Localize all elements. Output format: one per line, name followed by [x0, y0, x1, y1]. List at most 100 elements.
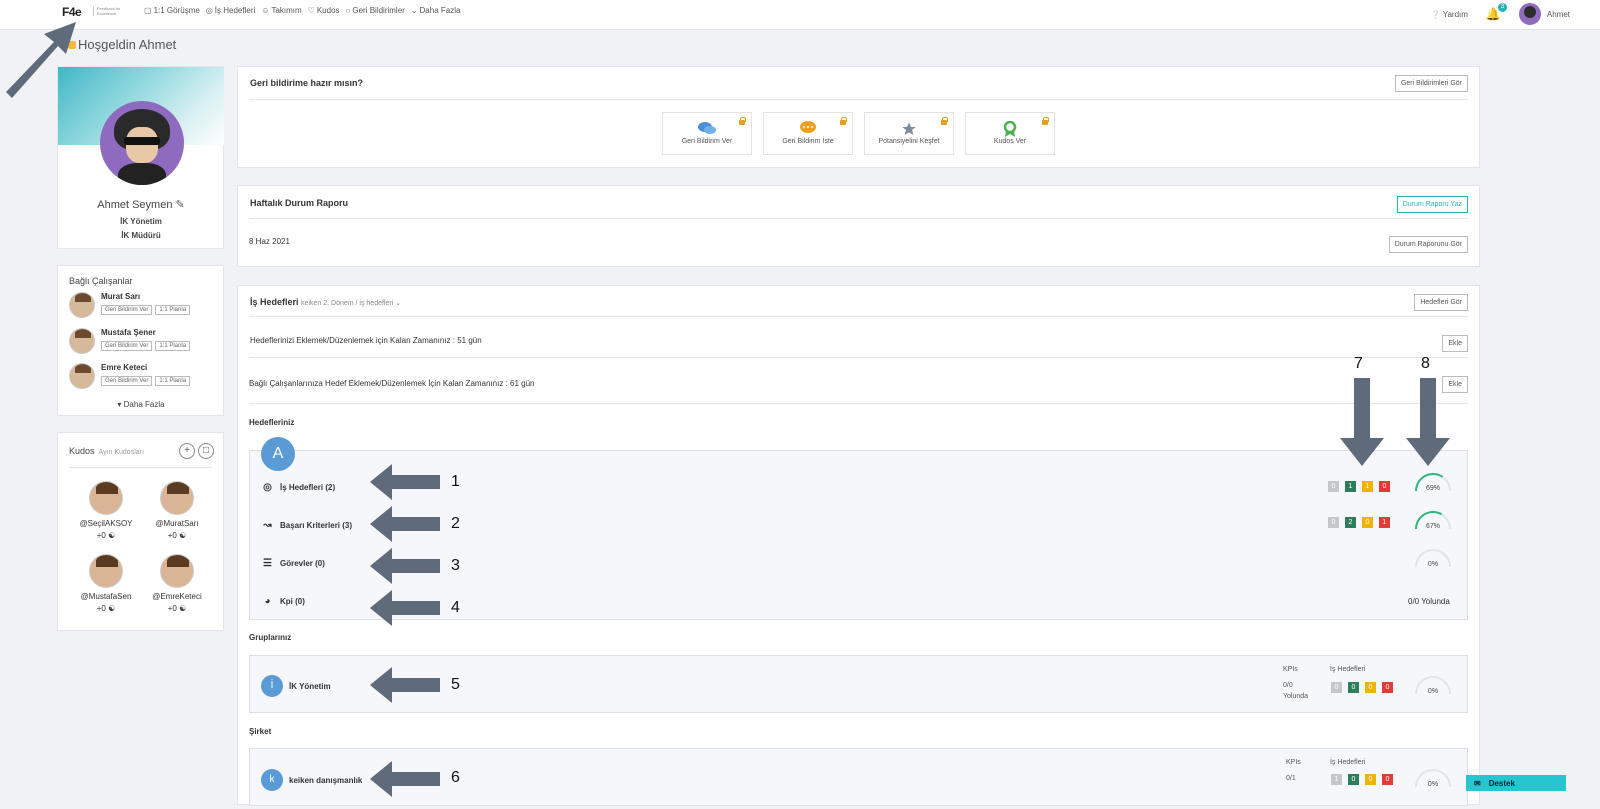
nav-right: ❔ Yardım 🔔 3 Ahmet — [1431, 3, 1570, 25]
progress-gauge: 67% — [1413, 509, 1453, 533]
user-menu[interactable]: Ahmet — [1518, 3, 1570, 25]
goal-row-label: Görevler (0) — [280, 559, 325, 568]
app-logo[interactable]: F4e — [62, 5, 82, 19]
count-badge: 1 — [1362, 481, 1373, 492]
goal-row-business[interactable]: ◎ İş Hedefleri (2) — [262, 482, 335, 493]
view-goals-button[interactable]: Hedefleri Gör — [1414, 294, 1468, 311]
goal-row-criteria[interactable]: ↝ Başarı Kriterleri (3) — [262, 520, 352, 531]
kpi-status: Yolunda — [1283, 693, 1309, 700]
company-name[interactable]: keiken danışmanlık — [289, 776, 362, 785]
nav-item-goals[interactable]: ◎ İş Hedefleri — [206, 6, 255, 15]
tile-label: Geri Bildirim İste — [782, 138, 834, 145]
gauge-value: 67% — [1425, 523, 1441, 530]
kudos-count: +0 ☯ — [167, 531, 187, 540]
annotation-arrow-5 — [370, 667, 440, 703]
show-more-label: Daha Fazla — [123, 400, 165, 409]
kudos-person[interactable]: @EmreKeteci +0 ☯ — [147, 554, 207, 613]
annotation-arrow-7 — [1340, 378, 1384, 466]
add-kudos-icon[interactable]: + — [179, 443, 195, 459]
monitor-icon[interactable]: □ — [198, 443, 214, 459]
count-badge: 0 — [1382, 774, 1393, 785]
kudos-handle: @EmreKeteci — [152, 592, 202, 601]
avatar[interactable] — [69, 292, 95, 318]
target-icon: ◎ — [205, 6, 213, 15]
tile-label: Kudos Ver — [993, 138, 1027, 145]
question-icon: ❔ — [1430, 9, 1441, 19]
plan-1-1-button[interactable]: 1:1 Planla — [155, 341, 191, 351]
profile-card: Ahmet Seymen ✎ İK Yönetim İK Müdürü — [57, 66, 224, 249]
chat-icon: ▢ — [144, 6, 152, 15]
count-badge: 0 — [1348, 774, 1359, 785]
kudos-card: Kudos Ayın Kudosları + □ @SeçilAKSOY +0 … — [57, 432, 224, 631]
group-name[interactable]: İK Yönetim — [289, 682, 331, 691]
goal-row-label: İş Hedefleri (2) — [280, 483, 336, 492]
goals-title: İş Hedefleri — [250, 297, 299, 307]
lock-icon — [840, 117, 847, 125]
goal-status-counts: 0 1 1 0 — [1328, 481, 1390, 492]
goals-breadcrumb[interactable]: keiken 2. Dönem / iş hedefleri ⌄ — [301, 300, 401, 307]
avatar[interactable] — [69, 328, 95, 354]
support-widget[interactable]: ✉ Destek — [1466, 775, 1566, 791]
profile-name: Ahmet Seymen ✎ — [58, 198, 224, 211]
count-badge: 2 — [1345, 517, 1356, 528]
write-report-button[interactable]: Durum Raporu Yaz — [1396, 196, 1468, 213]
divider — [249, 357, 1468, 358]
nav-item-kudos[interactable]: ♡ Kudos — [308, 6, 340, 15]
goal-row-tasks[interactable]: ☰ Görevler (0) — [262, 558, 325, 569]
kpi-status: 0/0 Yolunda — [1408, 597, 1450, 606]
show-more-link[interactable]: ▾ Daha Fazla — [58, 400, 224, 409]
help-link[interactable]: ❔ Yardım — [1431, 10, 1468, 19]
speech-bubble-icon — [764, 121, 852, 135]
edit-pencil-icon[interactable]: ✎ — [176, 199, 185, 211]
nav-label: Kudos — [316, 6, 340, 15]
request-feedback-tile[interactable]: Geri Bildirim İste — [763, 112, 853, 155]
user-name: Ahmet — [1546, 9, 1570, 19]
give-feedback-button[interactable]: Geri Bildirim Ver — [101, 341, 153, 351]
progress-gauge: 0% — [1413, 767, 1453, 791]
bell-icon[interactable]: 🔔 3 — [1486, 3, 1507, 21]
avatar[interactable] — [69, 363, 95, 389]
profile-avatar — [100, 101, 184, 185]
add-goal-button[interactable]: Ekle — [1442, 335, 1468, 352]
nav-item-more[interactable]: ⌄ Daha Fazla — [411, 6, 461, 15]
view-report-button[interactable]: Durum Raporunu Gör — [1388, 236, 1468, 253]
give-kudos-tile[interactable]: Kudos Ver — [965, 112, 1055, 155]
kudos-person[interactable]: @MustafaSen +0 ☯ — [76, 554, 136, 613]
count-badge: 0 — [1362, 517, 1373, 528]
plan-1-1-button[interactable]: 1:1 Planla — [155, 305, 191, 315]
kudos-person[interactable]: @MuratSarı +0 ☯ — [147, 481, 207, 540]
caret-down-icon: ▾ — [117, 400, 122, 409]
nav-item-feedback[interactable]: ○ Geri Bildirimler — [346, 6, 405, 15]
gauge-value: 0% — [1427, 561, 1439, 568]
team-icon: ☺ — [261, 6, 270, 15]
annotation-arrow-6 — [370, 761, 440, 797]
employee-name[interactable]: Murat Sarı — [101, 292, 190, 301]
give-feedback-tile[interactable]: Geri Bildirim Ver — [662, 112, 752, 155]
give-feedback-button[interactable]: Geri Bildirim Ver — [101, 305, 153, 315]
list-item: Mustafa Şener Geri Bildirim Ver 1:1 Planl… — [69, 328, 191, 354]
comment-icon: ○ — [345, 6, 351, 15]
kudos-person[interactable]: @SeçilAKSOY +0 ☯ — [76, 481, 136, 540]
target-icon: ◎ — [263, 482, 272, 493]
employee-name[interactable]: Emre Keteci — [101, 363, 190, 372]
kpi-value: 0/1 — [1286, 775, 1296, 782]
count-badge: 0 — [1328, 517, 1339, 528]
count-badge: 0 — [1348, 682, 1359, 693]
nav-item-team[interactable]: ☺ Takımım — [261, 6, 301, 15]
your-goals-label: Hedefleriniz — [249, 418, 295, 427]
plan-1-1-button[interactable]: 1:1 Planla — [155, 376, 191, 386]
goal-row-kpi[interactable]: ◕ Kpi (0) — [262, 596, 304, 607]
give-feedback-button[interactable]: Geri Bildirim Ver — [101, 376, 153, 386]
nav-item-1-1[interactable]: ▢ 1:1 Görüşme — [144, 6, 200, 15]
discover-potential-tile[interactable]: Potansiyelini Keşfet — [864, 112, 954, 155]
avatar — [89, 554, 123, 588]
top-navbar: F4e Feedback for Excellence ▢ 1:1 Görüşme… — [0, 0, 1600, 30]
profile-name-text: Ahmet Seymen — [97, 199, 173, 211]
count-badge: 0 — [1382, 682, 1393, 693]
kudos-count: +0 ☯ — [96, 604, 116, 613]
view-feedback-button[interactable]: Geri Bildirimleri Gör — [1394, 75, 1468, 92]
kudos-header: Kudos Ayın Kudosları — [69, 446, 144, 456]
divider — [249, 99, 1468, 100]
annotation-arrow-3 — [370, 548, 440, 584]
employee-name[interactable]: Mustafa Şener — [101, 328, 190, 337]
